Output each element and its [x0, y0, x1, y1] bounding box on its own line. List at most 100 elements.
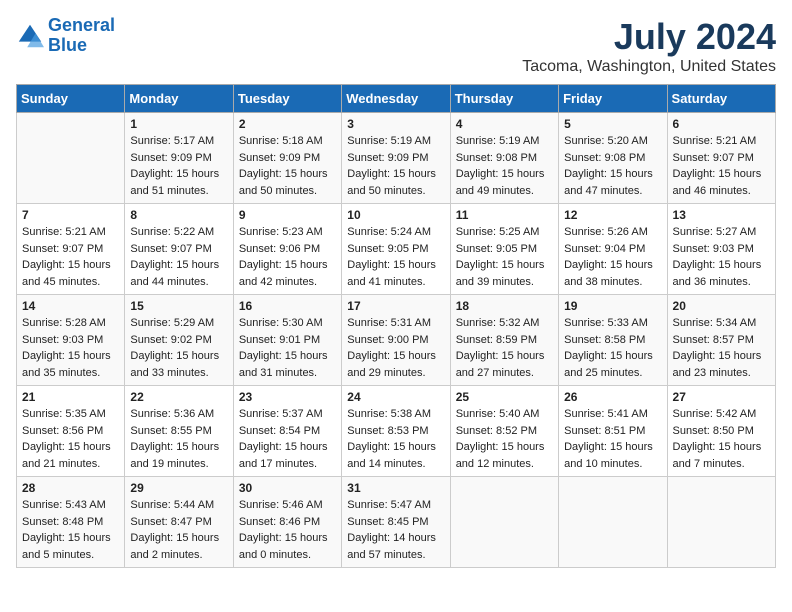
day-number: 10 — [347, 208, 444, 222]
day-of-week-header: Sunday — [17, 85, 125, 113]
sunrise-text: Sunrise: 5:43 AM — [22, 497, 119, 514]
day-number: 30 — [239, 481, 336, 495]
day-number: 2 — [239, 117, 336, 131]
calendar-cell: 25 Sunrise: 5:40 AM Sunset: 8:52 PM Dayl… — [450, 386, 558, 477]
sunrise-text: Sunrise: 5:40 AM — [456, 406, 553, 423]
subtitle: Tacoma, Washington, United States — [522, 58, 776, 76]
sunset-text: Sunset: 8:58 PM — [564, 332, 661, 349]
calendar-cell: 19 Sunrise: 5:33 AM Sunset: 8:58 PM Dayl… — [559, 295, 667, 386]
sunset-text: Sunset: 8:56 PM — [22, 423, 119, 440]
sunrise-text: Sunrise: 5:22 AM — [130, 224, 227, 241]
sunrise-text: Sunrise: 5:41 AM — [564, 406, 661, 423]
calendar-cell: 3 Sunrise: 5:19 AM Sunset: 9:09 PM Dayli… — [342, 113, 450, 204]
sunrise-text: Sunrise: 5:32 AM — [456, 315, 553, 332]
sunset-text: Sunset: 8:59 PM — [456, 332, 553, 349]
day-number: 18 — [456, 299, 553, 313]
sunset-text: Sunset: 8:50 PM — [673, 423, 770, 440]
day-info: Sunrise: 5:38 AM Sunset: 8:53 PM Dayligh… — [347, 406, 444, 472]
day-info: Sunrise: 5:33 AM Sunset: 8:58 PM Dayligh… — [564, 315, 661, 381]
sunrise-text: Sunrise: 5:18 AM — [239, 133, 336, 150]
sunrise-text: Sunrise: 5:23 AM — [239, 224, 336, 241]
day-info: Sunrise: 5:37 AM Sunset: 8:54 PM Dayligh… — [239, 406, 336, 472]
day-info: Sunrise: 5:25 AM Sunset: 9:05 PM Dayligh… — [456, 224, 553, 290]
day-number: 13 — [673, 208, 770, 222]
day-info: Sunrise: 5:20 AM Sunset: 9:08 PM Dayligh… — [564, 133, 661, 199]
daylight-text: Daylight: 15 hours and 7 minutes. — [673, 439, 770, 472]
day-info: Sunrise: 5:27 AM Sunset: 9:03 PM Dayligh… — [673, 224, 770, 290]
day-number: 9 — [239, 208, 336, 222]
day-number: 1 — [130, 117, 227, 131]
calendar-week-row: 7 Sunrise: 5:21 AM Sunset: 9:07 PM Dayli… — [17, 204, 776, 295]
day-info: Sunrise: 5:21 AM Sunset: 9:07 PM Dayligh… — [22, 224, 119, 290]
sunrise-text: Sunrise: 5:36 AM — [130, 406, 227, 423]
day-number: 24 — [347, 390, 444, 404]
sunrise-text: Sunrise: 5:31 AM — [347, 315, 444, 332]
daylight-text: Daylight: 15 hours and 49 minutes. — [456, 166, 553, 199]
sunrise-text: Sunrise: 5:35 AM — [22, 406, 119, 423]
sunset-text: Sunset: 8:54 PM — [239, 423, 336, 440]
day-number: 8 — [130, 208, 227, 222]
day-of-week-header: Friday — [559, 85, 667, 113]
day-info: Sunrise: 5:35 AM Sunset: 8:56 PM Dayligh… — [22, 406, 119, 472]
daylight-text: Daylight: 15 hours and 25 minutes. — [564, 348, 661, 381]
logo-icon — [16, 22, 44, 50]
sunset-text: Sunset: 8:47 PM — [130, 514, 227, 531]
logo-text: General Blue — [48, 16, 115, 56]
day-of-week-header: Tuesday — [233, 85, 341, 113]
daylight-text: Daylight: 15 hours and 14 minutes. — [347, 439, 444, 472]
calendar-cell: 27 Sunrise: 5:42 AM Sunset: 8:50 PM Dayl… — [667, 386, 775, 477]
sunrise-text: Sunrise: 5:27 AM — [673, 224, 770, 241]
sunset-text: Sunset: 9:06 PM — [239, 241, 336, 258]
day-info: Sunrise: 5:47 AM Sunset: 8:45 PM Dayligh… — [347, 497, 444, 563]
sunset-text: Sunset: 9:03 PM — [22, 332, 119, 349]
calendar-cell: 24 Sunrise: 5:38 AM Sunset: 8:53 PM Dayl… — [342, 386, 450, 477]
sunrise-text: Sunrise: 5:24 AM — [347, 224, 444, 241]
day-number: 3 — [347, 117, 444, 131]
sunset-text: Sunset: 9:09 PM — [130, 150, 227, 167]
calendar-cell: 31 Sunrise: 5:47 AM Sunset: 8:45 PM Dayl… — [342, 477, 450, 568]
day-number: 21 — [22, 390, 119, 404]
day-number: 5 — [564, 117, 661, 131]
day-info: Sunrise: 5:42 AM Sunset: 8:50 PM Dayligh… — [673, 406, 770, 472]
calendar-cell: 26 Sunrise: 5:41 AM Sunset: 8:51 PM Dayl… — [559, 386, 667, 477]
day-info: Sunrise: 5:46 AM Sunset: 8:46 PM Dayligh… — [239, 497, 336, 563]
sunset-text: Sunset: 9:05 PM — [347, 241, 444, 258]
calendar-cell: 1 Sunrise: 5:17 AM Sunset: 9:09 PM Dayli… — [125, 113, 233, 204]
sunrise-text: Sunrise: 5:29 AM — [130, 315, 227, 332]
sunrise-text: Sunrise: 5:17 AM — [130, 133, 227, 150]
daylight-text: Daylight: 15 hours and 41 minutes. — [347, 257, 444, 290]
daylight-text: Daylight: 15 hours and 50 minutes. — [239, 166, 336, 199]
daylight-text: Daylight: 15 hours and 33 minutes. — [130, 348, 227, 381]
sunset-text: Sunset: 9:07 PM — [673, 150, 770, 167]
daylight-text: Daylight: 15 hours and 36 minutes. — [673, 257, 770, 290]
sunset-text: Sunset: 8:53 PM — [347, 423, 444, 440]
calendar-cell: 21 Sunrise: 5:35 AM Sunset: 8:56 PM Dayl… — [17, 386, 125, 477]
sunrise-text: Sunrise: 5:47 AM — [347, 497, 444, 514]
calendar-cell: 20 Sunrise: 5:34 AM Sunset: 8:57 PM Dayl… — [667, 295, 775, 386]
day-info: Sunrise: 5:23 AM Sunset: 9:06 PM Dayligh… — [239, 224, 336, 290]
day-info: Sunrise: 5:40 AM Sunset: 8:52 PM Dayligh… — [456, 406, 553, 472]
sunset-text: Sunset: 8:45 PM — [347, 514, 444, 531]
daylight-text: Daylight: 15 hours and 46 minutes. — [673, 166, 770, 199]
day-info: Sunrise: 5:44 AM Sunset: 8:47 PM Dayligh… — [130, 497, 227, 563]
day-number: 23 — [239, 390, 336, 404]
sunset-text: Sunset: 9:08 PM — [456, 150, 553, 167]
sunrise-text: Sunrise: 5:33 AM — [564, 315, 661, 332]
daylight-text: Daylight: 15 hours and 19 minutes. — [130, 439, 227, 472]
day-info: Sunrise: 5:36 AM Sunset: 8:55 PM Dayligh… — [130, 406, 227, 472]
sunset-text: Sunset: 8:52 PM — [456, 423, 553, 440]
calendar-week-row: 21 Sunrise: 5:35 AM Sunset: 8:56 PM Dayl… — [17, 386, 776, 477]
calendar-cell: 23 Sunrise: 5:37 AM Sunset: 8:54 PM Dayl… — [233, 386, 341, 477]
sunrise-text: Sunrise: 5:37 AM — [239, 406, 336, 423]
day-number: 4 — [456, 117, 553, 131]
daylight-text: Daylight: 15 hours and 51 minutes. — [130, 166, 227, 199]
sunset-text: Sunset: 9:02 PM — [130, 332, 227, 349]
day-info: Sunrise: 5:29 AM Sunset: 9:02 PM Dayligh… — [130, 315, 227, 381]
sunset-text: Sunset: 8:51 PM — [564, 423, 661, 440]
sunset-text: Sunset: 9:01 PM — [239, 332, 336, 349]
calendar-cell: 2 Sunrise: 5:18 AM Sunset: 9:09 PM Dayli… — [233, 113, 341, 204]
calendar-week-row: 1 Sunrise: 5:17 AM Sunset: 9:09 PM Dayli… — [17, 113, 776, 204]
sunset-text: Sunset: 9:09 PM — [239, 150, 336, 167]
day-of-week-header: Saturday — [667, 85, 775, 113]
calendar-week-row: 14 Sunrise: 5:28 AM Sunset: 9:03 PM Dayl… — [17, 295, 776, 386]
